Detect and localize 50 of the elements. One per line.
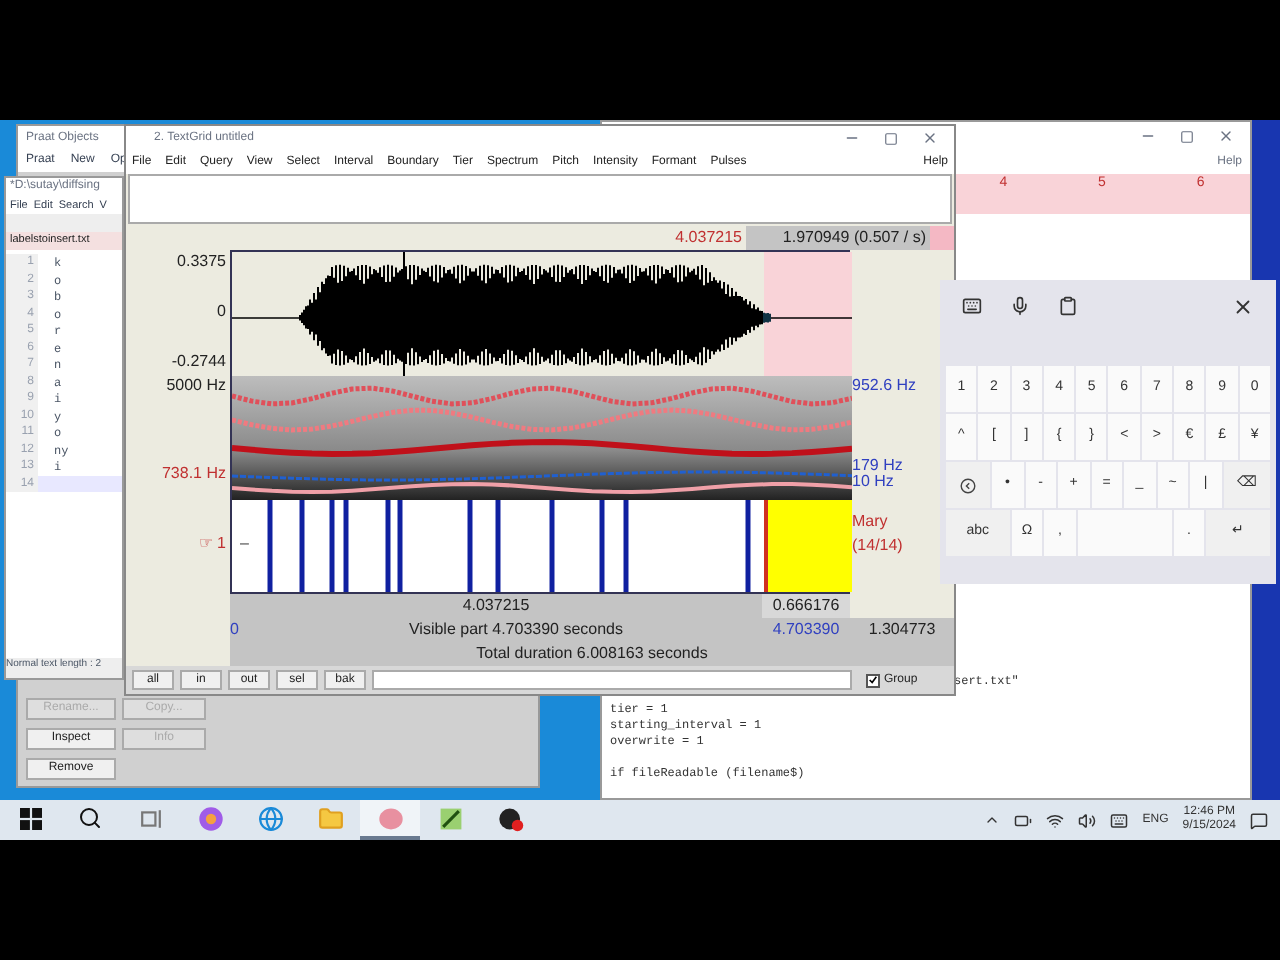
close-icon[interactable] <box>922 130 938 146</box>
axis-label: 5000 Hz <box>164 374 226 398</box>
battery-icon[interactable] <box>1014 811 1033 829</box>
interval-label: – <box>240 532 249 556</box>
search-icon[interactable] <box>78 806 102 830</box>
axis-label: 0 <box>215 300 226 324</box>
clipboard-icon[interactable] <box>1058 296 1078 316</box>
text-field[interactable] <box>128 174 952 224</box>
selection-info: 1.970949 (0.507 / s) <box>746 226 930 250</box>
task-view-icon[interactable] <box>139 807 161 829</box>
recorder-app-icon[interactable] <box>497 805 523 831</box>
time-cell: 0.666176 <box>762 594 850 618</box>
pitch-label: 179 Hz <box>852 458 905 474</box>
time-cell: 4.037215 <box>230 594 762 618</box>
interval-count: (14/14) <box>852 534 905 558</box>
time-cell-text: 1.304773 <box>866 618 938 642</box>
speaker-icon[interactable] <box>1078 811 1097 829</box>
notepad-app-icon[interactable] <box>437 805 463 831</box>
tier-label: ☞ 1 <box>198 532 226 556</box>
total-duration: Total duration 6.008163 seconds <box>230 642 954 666</box>
copilot-icon[interactable] <box>197 805 223 831</box>
chevron-up-icon[interactable] <box>984 812 1001 828</box>
checkbox[interactable] <box>866 673 880 687</box>
selected-interval <box>764 500 852 592</box>
keyboard-icon[interactable] <box>962 296 982 316</box>
pitch-label: 10 Hz <box>852 474 896 490</box>
cursor-time: 4.037215 <box>673 226 744 250</box>
back-key[interactable] <box>946 462 990 508</box>
notification-icon[interactable] <box>1250 811 1268 829</box>
visible-part-label: Visible part 4.703390 seconds <box>406 618 626 642</box>
axis-label: 738.1 Hz <box>161 462 226 486</box>
browser-icon[interactable] <box>257 805 283 831</box>
time-cell-text: 4.703390 <box>770 618 842 642</box>
maximize-icon[interactable] <box>884 131 898 145</box>
frequency-label: 952.6 Hz <box>852 374 919 398</box>
axis-label: 0.3375 <box>175 250 226 274</box>
close-icon[interactable] <box>1232 295 1254 317</box>
microphone-icon[interactable] <box>1010 296 1030 316</box>
selection-marker <box>930 226 954 250</box>
circle-arrow-icon <box>960 477 976 493</box>
keyboard-icon[interactable] <box>1110 811 1129 829</box>
interval-text: Mary <box>852 510 890 534</box>
maximize-icon[interactable] <box>1180 129 1194 143</box>
windows-logo-icon[interactable] <box>19 807 41 829</box>
axis-label: -0.2744 <box>171 350 226 374</box>
time-cell-text: 0 <box>230 618 241 642</box>
close-icon[interactable] <box>1218 128 1234 144</box>
scroll-bar[interactable] <box>372 670 852 690</box>
editor-toolbar <box>6 214 122 232</box>
wifi-icon[interactable] <box>1046 811 1065 829</box>
